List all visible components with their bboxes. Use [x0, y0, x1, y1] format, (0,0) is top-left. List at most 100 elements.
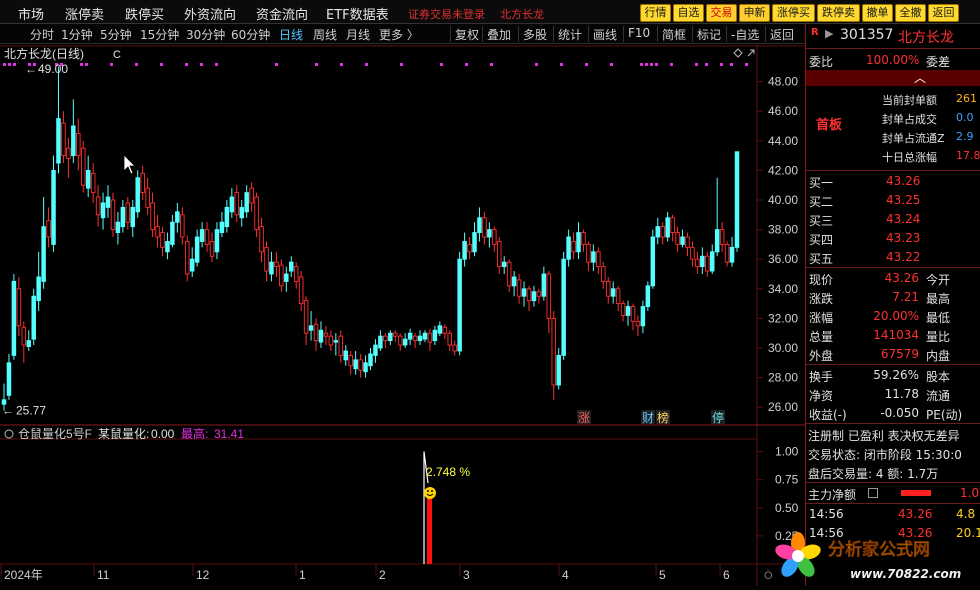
- signal-dot: [585, 63, 588, 66]
- x-axis-label: 2024年: [4, 568, 43, 582]
- toolbar-separator: [692, 26, 693, 42]
- candle-body: [714, 229, 720, 253]
- buy-level-row[interactable]: 买三 43.24: [806, 210, 980, 229]
- candle-body: [214, 229, 220, 253]
- period-tab[interactable]: 月线: [346, 26, 370, 43]
- top-nav-item[interactable]: 外资流向: [184, 4, 236, 23]
- candle-body: [670, 217, 675, 234]
- collapse-strip[interactable]: ︿: [806, 70, 980, 86]
- toolbar-separator: [518, 26, 519, 42]
- top-nav-item[interactable]: ETF数据表: [326, 4, 389, 23]
- candle-body: [645, 285, 651, 308]
- buy-level-row[interactable]: 买一 43.26: [806, 172, 980, 191]
- period-tab[interactable]: 周线: [313, 26, 337, 43]
- top-nav-item[interactable]: 市场: [18, 4, 44, 23]
- kline-chart-svg[interactable]: 北方长龙(日线) C 48.0046.0044.0042.0040.0038.0…: [0, 44, 805, 586]
- quick-button[interactable]: 返回: [928, 4, 959, 22]
- candle-body: [234, 192, 240, 216]
- candle-body: [417, 335, 423, 342]
- signal-dot: [670, 63, 673, 66]
- list-icon[interactable]: [868, 488, 878, 498]
- divider: [806, 423, 980, 424]
- candle-body: [427, 332, 433, 343]
- period-tab[interactable]: 1分钟: [61, 26, 93, 43]
- indicator-red-bar: [427, 494, 432, 564]
- toolbar-tool[interactable]: -自选: [731, 26, 759, 43]
- quick-button[interactable]: 自选: [673, 4, 704, 22]
- top-nav-item[interactable]: 跌停买: [125, 4, 164, 23]
- buy-level-row[interactable]: 买二 43.25: [806, 191, 980, 210]
- period-tab[interactable]: 15分钟: [140, 26, 179, 43]
- candle-body: [388, 332, 393, 342]
- stat-value: 59.26%: [873, 368, 919, 382]
- candle-body: [492, 229, 497, 245]
- candle-body: [610, 288, 616, 297]
- candle-body: [85, 169, 91, 189]
- divider: [806, 503, 980, 504]
- toolbar-tool[interactable]: 叠加: [487, 26, 511, 43]
- quick-button[interactable]: 交易: [706, 4, 737, 22]
- buy-level-row[interactable]: 买四 43.23: [806, 229, 980, 248]
- event-tag[interactable]: 涨: [578, 410, 590, 425]
- indicator-tick-label: 0.75: [775, 473, 799, 487]
- top-nav-item[interactable]: 资金流向: [256, 4, 308, 23]
- quick-button[interactable]: 申新: [739, 4, 770, 22]
- toolbar-tool[interactable]: F10: [628, 26, 650, 40]
- toolbar-tool[interactable]: 复权: [455, 26, 479, 43]
- indicator-high-label: 最高:: [181, 426, 208, 441]
- event-tag[interactable]: 榜: [657, 410, 669, 425]
- candle-body: [303, 300, 309, 334]
- signal-dot: [705, 63, 708, 66]
- toolbar-tool[interactable]: 简框: [662, 26, 686, 43]
- toolbar-tool[interactable]: 画线: [593, 26, 617, 43]
- chart-background: [0, 44, 805, 586]
- candle-body: [328, 335, 334, 346]
- tick-row: 14:56 43.26 4.8: [806, 505, 980, 524]
- top-nav-item[interactable]: 涨停卖: [65, 4, 104, 23]
- period-tab[interactable]: 30分钟: [186, 26, 225, 43]
- candle-body: [531, 291, 537, 302]
- tick-time: 14:56: [809, 507, 844, 521]
- candle-body: [353, 359, 358, 370]
- candle-body: [462, 240, 467, 260]
- candle-body: [412, 335, 418, 342]
- signal-dot: [695, 63, 698, 66]
- chevron-up-icon[interactable]: ︿: [914, 69, 926, 86]
- info-line-row: 注册制 已盈利 表决权无差异: [806, 425, 980, 444]
- candle-body: [66, 147, 71, 160]
- period-tab[interactable]: 日线: [279, 26, 303, 43]
- candle-body: [145, 187, 150, 208]
- x-axis-label: 6: [723, 568, 730, 582]
- buy-level-price: 43.22: [886, 250, 921, 264]
- candle-body: [690, 246, 695, 260]
- period-tab[interactable]: 60分钟: [231, 26, 270, 43]
- period-tab[interactable]: 更多 〉: [379, 26, 419, 43]
- quick-button[interactable]: 跌停卖: [817, 4, 860, 22]
- quick-button[interactable]: 行情: [640, 4, 671, 22]
- period-tab[interactable]: 5分钟: [100, 26, 132, 43]
- chart-title-suffix: C: [113, 49, 121, 61]
- quick-button[interactable]: 全撤: [895, 4, 926, 22]
- quick-button[interactable]: 涨停买: [772, 4, 815, 22]
- event-tag[interactable]: 停: [712, 410, 724, 425]
- login-status-text: 证券交易未登录: [408, 8, 485, 21]
- tick-volume: 4.8: [956, 507, 976, 521]
- candle: [650, 229, 656, 289]
- period-tab[interactable]: 分时: [30, 26, 54, 43]
- toolbar-tool[interactable]: 标记: [697, 26, 721, 43]
- toolbar-tool[interactable]: 返回: [770, 26, 794, 43]
- main-flow-bar: [901, 490, 931, 496]
- quote-label: 现价: [809, 273, 834, 287]
- toolbar-tool[interactable]: 多股: [523, 26, 547, 43]
- toolbar-tool[interactable]: 统计: [558, 26, 582, 43]
- expand-arrow-icon[interactable]: ▶: [825, 27, 833, 40]
- event-tag[interactable]: 财: [642, 411, 654, 425]
- chart-area[interactable]: 北方长龙(日线) C 48.00 46.00 44.00 42.00 40.00 38.0…: [0, 44, 805, 586]
- quick-button[interactable]: 撤单: [862, 4, 893, 22]
- stat-label: 净资: [809, 389, 834, 403]
- y-tick-label: 28.00: [768, 371, 798, 385]
- buy-level-row[interactable]: 买五 43.22: [806, 248, 980, 267]
- candle-body: [660, 226, 665, 238]
- signal-dot: [110, 63, 113, 66]
- chart-title: 北方长龙(日线): [4, 46, 84, 61]
